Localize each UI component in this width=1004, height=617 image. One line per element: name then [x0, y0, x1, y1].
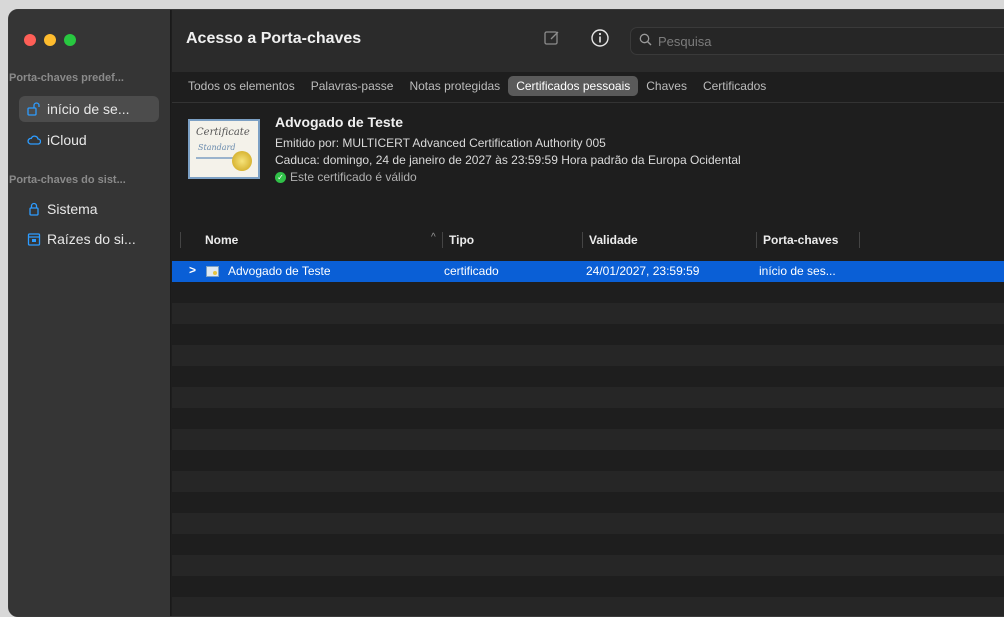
sidebar-item-label: Raízes do si...: [47, 231, 136, 247]
sidebar-item-system[interactable]: Sistema: [19, 196, 159, 222]
empty-row: [172, 429, 1004, 450]
certificate-thumbnail-subtitle: Standard: [198, 143, 236, 152]
empty-row: [172, 513, 1004, 534]
tab-secure-notes[interactable]: Notas protegidas: [401, 76, 508, 96]
column-separator: [180, 232, 181, 248]
toolbar: Acesso a Porta-chaves Todos os elementos…: [172, 10, 1004, 96]
sidebar: Porta-chaves predef... início de se... i…: [9, 10, 171, 616]
sort-ascending-icon[interactable]: ^: [431, 232, 436, 243]
tab-keys[interactable]: Chaves: [638, 76, 695, 96]
search-field[interactable]: [630, 27, 1004, 55]
column-header-name[interactable]: Nome: [205, 233, 238, 247]
cell-name: Advogado de Teste: [228, 264, 331, 278]
empty-row: [172, 597, 1004, 616]
column-header-keychain[interactable]: Porta-chaves: [763, 233, 838, 247]
empty-row: [172, 555, 1004, 576]
lock-open-icon: [27, 102, 41, 116]
cloud-icon: [27, 133, 41, 147]
table-header: Nome ^ Tipo Validade Porta-chaves: [172, 226, 1004, 254]
certificate-icon: [206, 266, 219, 277]
column-separator: [442, 232, 443, 248]
empty-row: [172, 345, 1004, 366]
column-header-validity[interactable]: Validade: [589, 233, 638, 247]
certificate-thumbnail-title: Certificate: [196, 127, 250, 138]
sidebar-item-login[interactable]: início de se...: [19, 96, 159, 122]
certificate-preview: Certificate Standard Advogado de Teste E…: [172, 103, 1004, 225]
window-controls: [24, 34, 76, 46]
sidebar-section-default: Porta-chaves predef...: [9, 72, 124, 84]
empty-row: [172, 303, 1004, 324]
sidebar-item-label: Sistema: [47, 201, 98, 217]
empty-row: [172, 387, 1004, 408]
column-separator: [582, 232, 583, 248]
certificate-seal-icon: [232, 151, 252, 171]
certificate-thumbnail: Certificate Standard: [188, 119, 260, 179]
sidebar-item-label: início de se...: [47, 101, 130, 117]
table-body: > Advogado de Teste certificado 24/01/20…: [172, 261, 1004, 616]
empty-row: [172, 471, 1004, 492]
column-separator: [859, 232, 860, 248]
lock-icon: [27, 202, 41, 216]
tab-my-certificates[interactable]: Certificados pessoais: [508, 76, 639, 96]
certificate-status: ✓ Este certificado é válido: [275, 170, 417, 184]
category-tabs: Todos os elementos Palavras-passe Notas …: [180, 76, 774, 96]
sidebar-item-label: iCloud: [47, 132, 87, 148]
main-content: Acesso a Porta-chaves Todos os elementos…: [172, 10, 1004, 616]
info-icon[interactable]: [590, 28, 610, 48]
checkmark-icon: ✓: [275, 171, 286, 183]
cell-keychain: início de ses...: [759, 264, 836, 278]
search-input[interactable]: [658, 33, 958, 49]
table-row[interactable]: > Advogado de Teste certificado 24/01/20…: [172, 261, 1004, 282]
tab-certificates[interactable]: Certificados: [695, 76, 774, 96]
cell-validity: 24/01/2027, 23:59:59: [586, 264, 700, 278]
certificate-expiry: Caduca: domingo, 24 de janeiro de 2027 à…: [275, 153, 741, 167]
cabinet-icon: [27, 232, 41, 246]
sidebar-section-system: Porta-chaves do sist...: [9, 174, 126, 186]
certificate-status-text: Este certificado é válido: [290, 170, 417, 184]
tab-all-items[interactable]: Todos os elementos: [180, 76, 303, 96]
tab-passwords[interactable]: Palavras-passe: [303, 76, 402, 96]
window-title: Acesso a Porta-chaves: [186, 30, 362, 47]
close-button[interactable]: [24, 34, 36, 46]
minimize-button[interactable]: [44, 34, 56, 46]
certificate-ribbon: [196, 157, 234, 159]
compose-icon[interactable]: [542, 28, 562, 48]
sidebar-item-system-roots[interactable]: Raízes do si...: [19, 226, 159, 252]
search-icon: [639, 33, 652, 49]
certificate-name: Advogado de Teste: [275, 114, 404, 130]
cell-type: certificado: [444, 264, 499, 278]
column-header-type[interactable]: Tipo: [449, 233, 474, 247]
column-separator: [756, 232, 757, 248]
certificate-issuer: Emitido por: MULTICERT Advanced Certific…: [275, 136, 606, 150]
disclosure-chevron-icon[interactable]: >: [189, 263, 196, 277]
sidebar-item-icloud[interactable]: iCloud: [19, 127, 159, 153]
keychain-window: Porta-chaves predef... início de se... i…: [8, 9, 1004, 617]
zoom-button[interactable]: [64, 34, 76, 46]
